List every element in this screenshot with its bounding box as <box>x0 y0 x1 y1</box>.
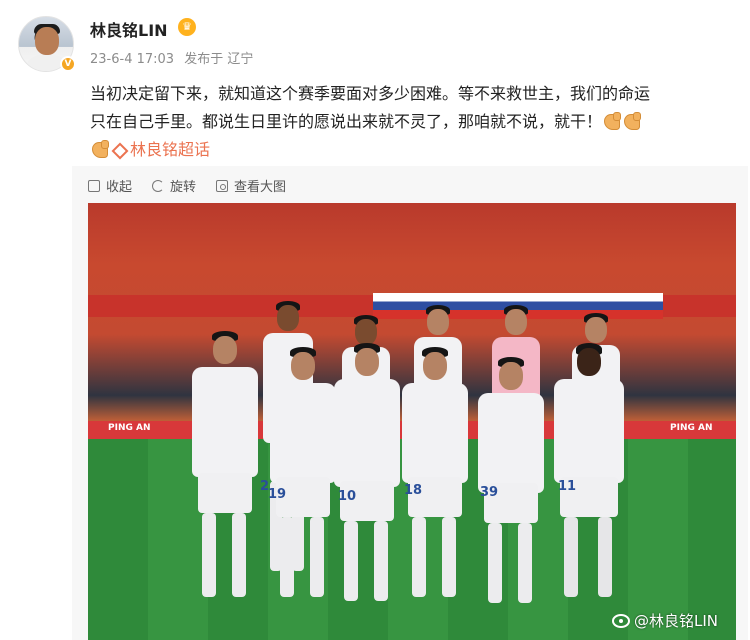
topic-link[interactable]: 林良铭超话 <box>90 138 210 162</box>
jersey-number: 39 <box>480 485 499 500</box>
player-figure: 10 <box>330 343 404 633</box>
post-timestamp[interactable]: 23-6-4 17:03 <box>90 52 174 67</box>
post-text: 当初决定留下来，就知道这个赛季要面对多少困难。等不来救世主，我们的命运 只在自己… <box>90 80 730 136</box>
weibo-logo-icon <box>612 613 630 628</box>
jersey-number: 11 <box>558 479 577 494</box>
player-figure: 19 <box>266 347 340 637</box>
collapse-button[interactable]: 收起 <box>88 176 132 195</box>
view-large-label: 查看大图 <box>234 180 287 195</box>
topic-label: 林良铭超话 <box>130 140 211 159</box>
player-figure: 11 <box>550 343 628 633</box>
photo-watermark: @林良铭LIN <box>612 610 718 631</box>
collapse-label: 收起 <box>106 180 133 195</box>
collapse-icon <box>88 179 100 192</box>
player-figure: 18 <box>398 347 472 637</box>
jersey-number: 18 <box>404 483 423 498</box>
rotate-icon <box>152 179 165 192</box>
view-large-button[interactable]: 查看大图 <box>216 176 286 195</box>
member-crown-icon[interactable]: ♛ <box>178 18 196 36</box>
player-figure <box>188 331 262 631</box>
post-text-line-1: 当初决定留下来，就知道这个赛季要面对多少困难。等不来救世主，我们的命运 <box>90 84 651 103</box>
jersey-number: 19 <box>268 487 287 502</box>
watermark-text: @林良铭LIN <box>634 612 719 630</box>
ad-text-right: PING AN <box>670 423 713 433</box>
team-photo[interactable]: PING AN PING AN 19 10 18 39 11 2 <box>88 203 736 640</box>
rotate-label: 旋转 <box>170 180 197 195</box>
rotate-button[interactable]: 旋转 <box>152 176 196 195</box>
image-toolbar: 收起 旋转 查看大图 <box>88 176 286 195</box>
post-source: 发布于 辽宁 <box>184 52 254 67</box>
weibo-post: V 林良铭LIN ♛ 23-6-4 17:03 发布于 辽宁 当初决定留下来，就… <box>0 0 750 640</box>
flexed-biceps-icon <box>90 140 110 158</box>
post-text-line-2: 只在自己手里。都说生日里许的愿说出来就不灵了，那咱就不说，就干！ <box>90 112 603 131</box>
post-meta: 23-6-4 17:03 发布于 辽宁 <box>90 48 259 67</box>
magnify-icon <box>216 179 229 192</box>
username[interactable]: 林良铭LIN <box>90 17 168 41</box>
jersey-number: 10 <box>338 489 357 504</box>
super-topic-icon <box>112 144 126 156</box>
flexed-biceps-icon <box>602 112 622 130</box>
player-figure: 39 <box>474 357 548 637</box>
verified-badge-icon: V <box>60 56 76 72</box>
jersey-number: 2 <box>260 479 270 494</box>
ad-text-left: PING AN <box>108 423 151 433</box>
flexed-biceps-icon <box>622 112 642 130</box>
